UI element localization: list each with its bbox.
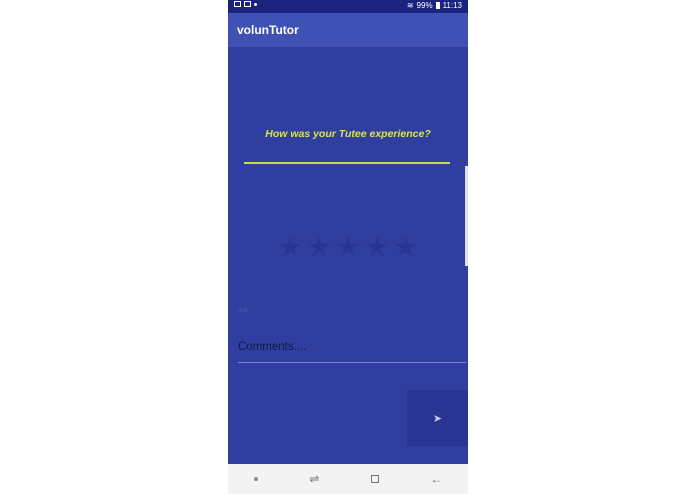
rating-bar[interactable]: ★ ★ ★ ★ ★	[278, 232, 418, 262]
battery-icon	[435, 2, 440, 9]
messenger-icon	[254, 2, 257, 6]
comments-input[interactable]	[238, 332, 466, 363]
small-text-label: text	[238, 308, 248, 314]
star-3-icon[interactable]: ★	[336, 232, 360, 262]
star-5-icon[interactable]: ★	[394, 232, 418, 262]
star-4-icon[interactable]: ★	[365, 232, 389, 262]
app-bar: volunTutor	[228, 13, 468, 47]
star-2-icon[interactable]: ★	[307, 232, 331, 262]
battery-percentage: 99%	[416, 1, 433, 10]
scrollbar[interactable]	[465, 166, 468, 266]
question-divider	[244, 162, 450, 164]
send-button[interactable]: ➤	[407, 390, 468, 446]
nav-dot-icon[interactable]	[253, 477, 258, 481]
gallery-icon	[234, 1, 241, 7]
recent-apps-icon[interactable]: ⇌	[309, 472, 319, 486]
app-title: volunTutor	[237, 23, 299, 37]
status-time: 11:13	[442, 1, 462, 10]
status-bar: ≋ 99% 11:13	[228, 0, 468, 13]
back-icon[interactable]: ←	[430, 472, 442, 486]
wifi-icon: ≋	[406, 1, 414, 10]
send-icon: ➤	[432, 412, 443, 425]
status-notification-icons	[234, 1, 257, 7]
star-1-icon[interactable]: ★	[278, 232, 302, 262]
navigation-bar: ⇌ ←	[228, 464, 468, 494]
feedback-question: How was your Tutee experience?	[265, 128, 431, 140]
home-icon[interactable]	[370, 475, 379, 483]
image-icon	[244, 1, 251, 7]
status-system-icons: ≋ 99% 11:13	[407, 1, 462, 10]
phone-screen: ≋ 99% 11:13 volunTutor How was your Tute…	[228, 0, 468, 494]
